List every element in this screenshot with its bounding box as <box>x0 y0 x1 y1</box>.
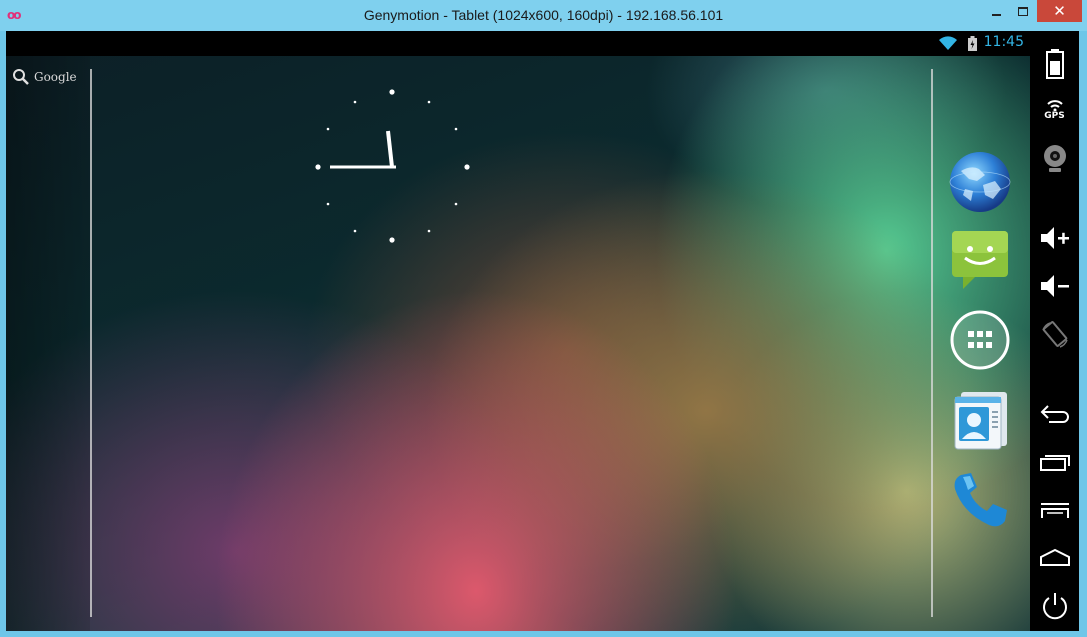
maximize-button[interactable] <box>1009 0 1037 22</box>
volume-up-button[interactable] <box>1030 223 1079 253</box>
gps-button[interactable]: GPS <box>1030 95 1079 125</box>
phone-icon <box>954 473 1007 527</box>
google-search-label: Google <box>34 70 77 84</box>
app-drawer-icon <box>950 310 1010 370</box>
battery-button[interactable] <box>1030 47 1079 81</box>
home-button[interactable] <box>1030 543 1079 573</box>
search-strip <box>6 56 90 631</box>
clock-marker-11 <box>353 100 357 104</box>
volume-down-icon <box>1040 275 1069 297</box>
clock-marker-1 <box>427 100 431 104</box>
camera-button[interactable] <box>1030 143 1079 175</box>
dock-contacts[interactable] <box>947 387 1013 453</box>
volume-down-button[interactable] <box>1030 271 1079 301</box>
window-title: Genymotion - Tablet (1024x600, 160dpi) -… <box>363 7 724 23</box>
clock-marker-7 <box>353 229 357 233</box>
clock-marker-3 <box>464 164 470 170</box>
clock-marker-5 <box>427 229 431 233</box>
search-icon <box>13 69 29 85</box>
recent-apps-icon <box>1039 455 1070 471</box>
status-time: 11:45 <box>983 34 1024 50</box>
wifi-icon <box>939 36 957 50</box>
dock-messaging[interactable] <box>947 227 1013 293</box>
clock-marker-2 <box>454 127 458 131</box>
window-titlebar[interactable]: oo Genymotion - Tablet (1024x600, 160dpi… <box>0 0 1087 31</box>
workspace-divider-right <box>931 69 933 617</box>
status-bar[interactable]: 11:45 <box>6 31 1030 56</box>
camera-icon <box>1043 145 1066 172</box>
clock-marker-10 <box>326 127 330 131</box>
menu-icon <box>1040 503 1069 518</box>
dock-browser[interactable] <box>947 149 1013 215</box>
google-search-bar[interactable]: Google <box>12 68 77 86</box>
messaging-icon <box>952 231 1008 289</box>
gps-icon <box>1046 100 1063 111</box>
recent-apps-button[interactable] <box>1030 447 1079 477</box>
gps-label: GPS <box>1044 111 1065 121</box>
clock-marker-8 <box>326 202 330 206</box>
android-screen[interactable]: 11:45 Google <box>6 31 1030 631</box>
window-border-right <box>1079 31 1087 637</box>
workspace-divider-left <box>90 69 92 617</box>
analog-clock-widget[interactable] <box>308 83 480 255</box>
menu-button[interactable] <box>1030 495 1079 525</box>
back-icon <box>1040 405 1069 423</box>
power-icon <box>1042 593 1067 620</box>
clock-hour-hand <box>386 130 394 168</box>
battery-icon <box>1045 49 1064 79</box>
rotate-button[interactable] <box>1030 318 1079 352</box>
battery-charging-icon <box>968 36 977 51</box>
globe-icon <box>949 152 1011 212</box>
contacts-icon <box>954 392 1007 450</box>
home-icon <box>1039 548 1070 566</box>
clock-marker-4 <box>454 202 458 206</box>
clock-marker-12 <box>389 89 395 95</box>
window-border-bottom <box>0 631 1087 637</box>
minimize-button[interactable] <box>983 0 1009 22</box>
close-icon: ✕ <box>1053 1 1066 20</box>
rotate-icon <box>1041 321 1068 348</box>
volume-up-icon <box>1040 227 1069 249</box>
emulator-sidebar: GPS <box>1030 31 1079 631</box>
power-button[interactable] <box>1030 589 1079 623</box>
dock-all-apps[interactable] <box>947 307 1013 373</box>
back-button[interactable] <box>1030 399 1079 429</box>
dock-phone[interactable] <box>947 467 1013 533</box>
close-button[interactable]: ✕ <box>1037 0 1082 22</box>
clock-marker-6 <box>389 237 395 243</box>
clock-marker-9 <box>315 164 321 170</box>
